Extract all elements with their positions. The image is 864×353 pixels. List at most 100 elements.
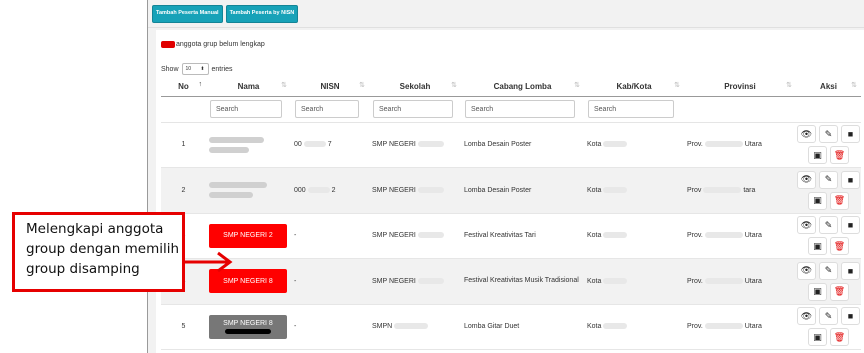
entries-select[interactable]: 10 ⬍ <box>181 63 209 75</box>
video-icon[interactable]: ■ <box>841 125 860 144</box>
column-header-kab-kota[interactable]: Kab/Kota ⇅ <box>584 77 684 97</box>
cabang-cell: Lomba Gitar Duet <box>461 304 584 350</box>
row-number: 2 <box>161 167 206 214</box>
sekolah-cell: SMP NEGERI <box>369 167 461 214</box>
arrow-right-icon <box>184 251 233 273</box>
cabang-cell: Lomba Desain Poster <box>461 167 584 214</box>
nisn-cell: 00 7 <box>291 122 369 168</box>
entries-value: 10 <box>185 66 192 72</box>
column-header-provinsi[interactable]: Provinsi ⇅ <box>684 77 796 97</box>
kota-cell: Kota <box>584 167 684 214</box>
provinsi-cell: Prov. Utara <box>684 213 796 259</box>
callout-line-1: Melengkapi anggota <box>26 221 164 237</box>
trash-icon[interactable]: 🗑 <box>830 191 849 210</box>
eye-icon[interactable]: 👁 <box>797 307 816 326</box>
eye-icon[interactable]: 👁 <box>797 216 816 235</box>
gallery-icon[interactable]: ▣ <box>808 237 827 256</box>
pencil-icon[interactable]: ✎ <box>819 216 838 235</box>
search-row: Search Search Search Search Search <box>161 96 861 123</box>
column-header-sekolah[interactable]: Sekolah ⇅ <box>369 77 461 97</box>
video-icon[interactable]: ■ <box>841 216 860 235</box>
sort-icon: ⇅ <box>851 82 857 89</box>
gallery-icon[interactable]: ▣ <box>808 146 827 165</box>
kota-cell: Kota <box>584 213 684 259</box>
show-label: Show <box>161 65 179 73</box>
eye-icon[interactable]: 👁 <box>797 125 816 144</box>
nama-cell <box>209 182 288 199</box>
participants-table: No ↑ Nama ⇅ NISN ⇅ Sekolah ⇅ Cabang Lomba ⇅ K… <box>161 77 861 350</box>
action-group: 👁 ✎ ■ ▣ 🗑 <box>797 307 860 347</box>
column-header-nama[interactable]: Nama ⇅ <box>206 77 291 97</box>
search-input-kab-kota[interactable]: Search <box>588 100 674 118</box>
top-button-bar: Tambah Peserta Manual Tambah Peserta by … <box>152 5 299 23</box>
sort-icon: ⇅ <box>786 82 792 89</box>
sekolah-cell: SMP NEGERI <box>369 213 461 259</box>
sort-icon: ⇅ <box>674 82 680 89</box>
entries-label: entries <box>211 65 233 73</box>
kota-cell: Kota <box>584 122 684 168</box>
search-input-sekolah[interactable]: Search <box>373 100 453 118</box>
legend-swatch <box>161 41 175 48</box>
add-participant-manual-button[interactable]: Tambah Peserta Manual <box>152 5 223 23</box>
video-icon[interactable]: ■ <box>841 170 860 189</box>
trash-icon[interactable]: 🗑 <box>830 328 849 347</box>
add-participant-nisn-button[interactable]: Tambah Peserta by NISN <box>225 5 299 23</box>
pencil-icon[interactable]: ✎ <box>819 307 838 326</box>
callout-line-3: group disamping <box>26 261 140 277</box>
select-arrows-icon: ⬍ <box>200 66 205 72</box>
sekolah-cell: SMP NEGERI <box>369 258 461 305</box>
trash-icon[interactable]: 🗑 <box>830 282 849 301</box>
gallery-icon[interactable]: ▣ <box>808 282 827 301</box>
show-entries: Show 10 ⬍ entries <box>161 63 233 75</box>
legend: anggota grup belum lengkap <box>161 41 265 48</box>
group-select-button[interactable]: SMP NEGERI 2 <box>209 223 287 248</box>
sort-icon: ⇅ <box>359 82 365 89</box>
gallery-icon[interactable]: ▣ <box>808 191 827 210</box>
column-header-no[interactable]: No ↑ <box>161 77 206 97</box>
action-group: 👁 ✎ ■ ▣ 🗑 <box>797 261 860 301</box>
sort-icon: ⇅ <box>451 82 457 89</box>
row-number: 1 <box>161 122 206 168</box>
annotation-callout: Melengkapi anggota group dengan memilih … <box>12 212 185 292</box>
table-row: 3 SMP NEGERI 2 - SMP NEGERI Festival Kre… <box>161 213 861 259</box>
redaction-bar <box>225 328 271 334</box>
search-input-nisn[interactable]: Search <box>295 100 359 118</box>
table-row: 4 SMP NEGERI 8 - SMP NEGERI Festival Kre… <box>161 258 861 305</box>
pencil-icon[interactable]: ✎ <box>819 125 838 144</box>
table-row: 5 SMP NEGERI 8 - SMPN Lomba Gitar Duet K… <box>161 304 861 350</box>
divider <box>148 27 864 28</box>
group-select-button[interactable]: SMP NEGERI 8 <box>209 314 287 339</box>
table-row: 2 000 2 SMP NEGERI Lomba Desain Poster K… <box>161 167 861 214</box>
column-header-cabang-lomba[interactable]: Cabang Lomba ⇅ <box>461 77 584 97</box>
main-content: Tambah Peserta Manual Tambah Peserta by … <box>148 0 864 353</box>
video-icon[interactable]: ■ <box>841 261 860 280</box>
kota-cell: Kota <box>584 304 684 350</box>
action-group: 👁 ✎ ■ ▣ 🗑 <box>797 216 860 256</box>
gallery-icon[interactable]: ▣ <box>808 328 827 347</box>
column-header-nisn[interactable]: NISN ⇅ <box>291 77 369 97</box>
trash-icon[interactable]: 🗑 <box>830 237 849 256</box>
trash-icon[interactable]: 🗑 <box>830 146 849 165</box>
pencil-icon[interactable]: ✎ <box>819 170 838 189</box>
cabang-cell: Festival Kreativitas Tari <box>461 213 584 259</box>
search-input-cabang-lomba[interactable]: Search <box>465 100 575 118</box>
table-row: 1 00 7 SMP NEGERI Lomba Desain Poster Ko… <box>161 122 861 168</box>
video-icon[interactable]: ■ <box>841 307 860 326</box>
callout-line-2: group dengan memilih <box>26 241 180 257</box>
column-header-aksi[interactable]: Aksi ⇅ <box>796 77 861 97</box>
eye-icon[interactable]: 👁 <box>797 261 816 280</box>
provinsi-cell: Prov. Utara <box>684 122 796 168</box>
sekolah-cell: SMP NEGERI <box>369 122 461 168</box>
sekolah-cell: SMPN <box>369 304 461 350</box>
nisn-cell: 000 2 <box>291 167 369 214</box>
search-input-nama[interactable]: Search <box>210 100 282 118</box>
eye-icon[interactable]: 👁 <box>797 170 816 189</box>
sort-icon: ⇅ <box>574 82 580 89</box>
nisn-cell: - <box>291 304 369 350</box>
sort-asc-icon: ↑ <box>198 81 203 88</box>
nisn-cell: - <box>291 213 369 259</box>
provinsi-cell: Prov. Utara <box>684 304 796 350</box>
pencil-icon[interactable]: ✎ <box>819 261 838 280</box>
nisn-cell: - <box>291 258 369 305</box>
nama-cell <box>209 136 288 153</box>
